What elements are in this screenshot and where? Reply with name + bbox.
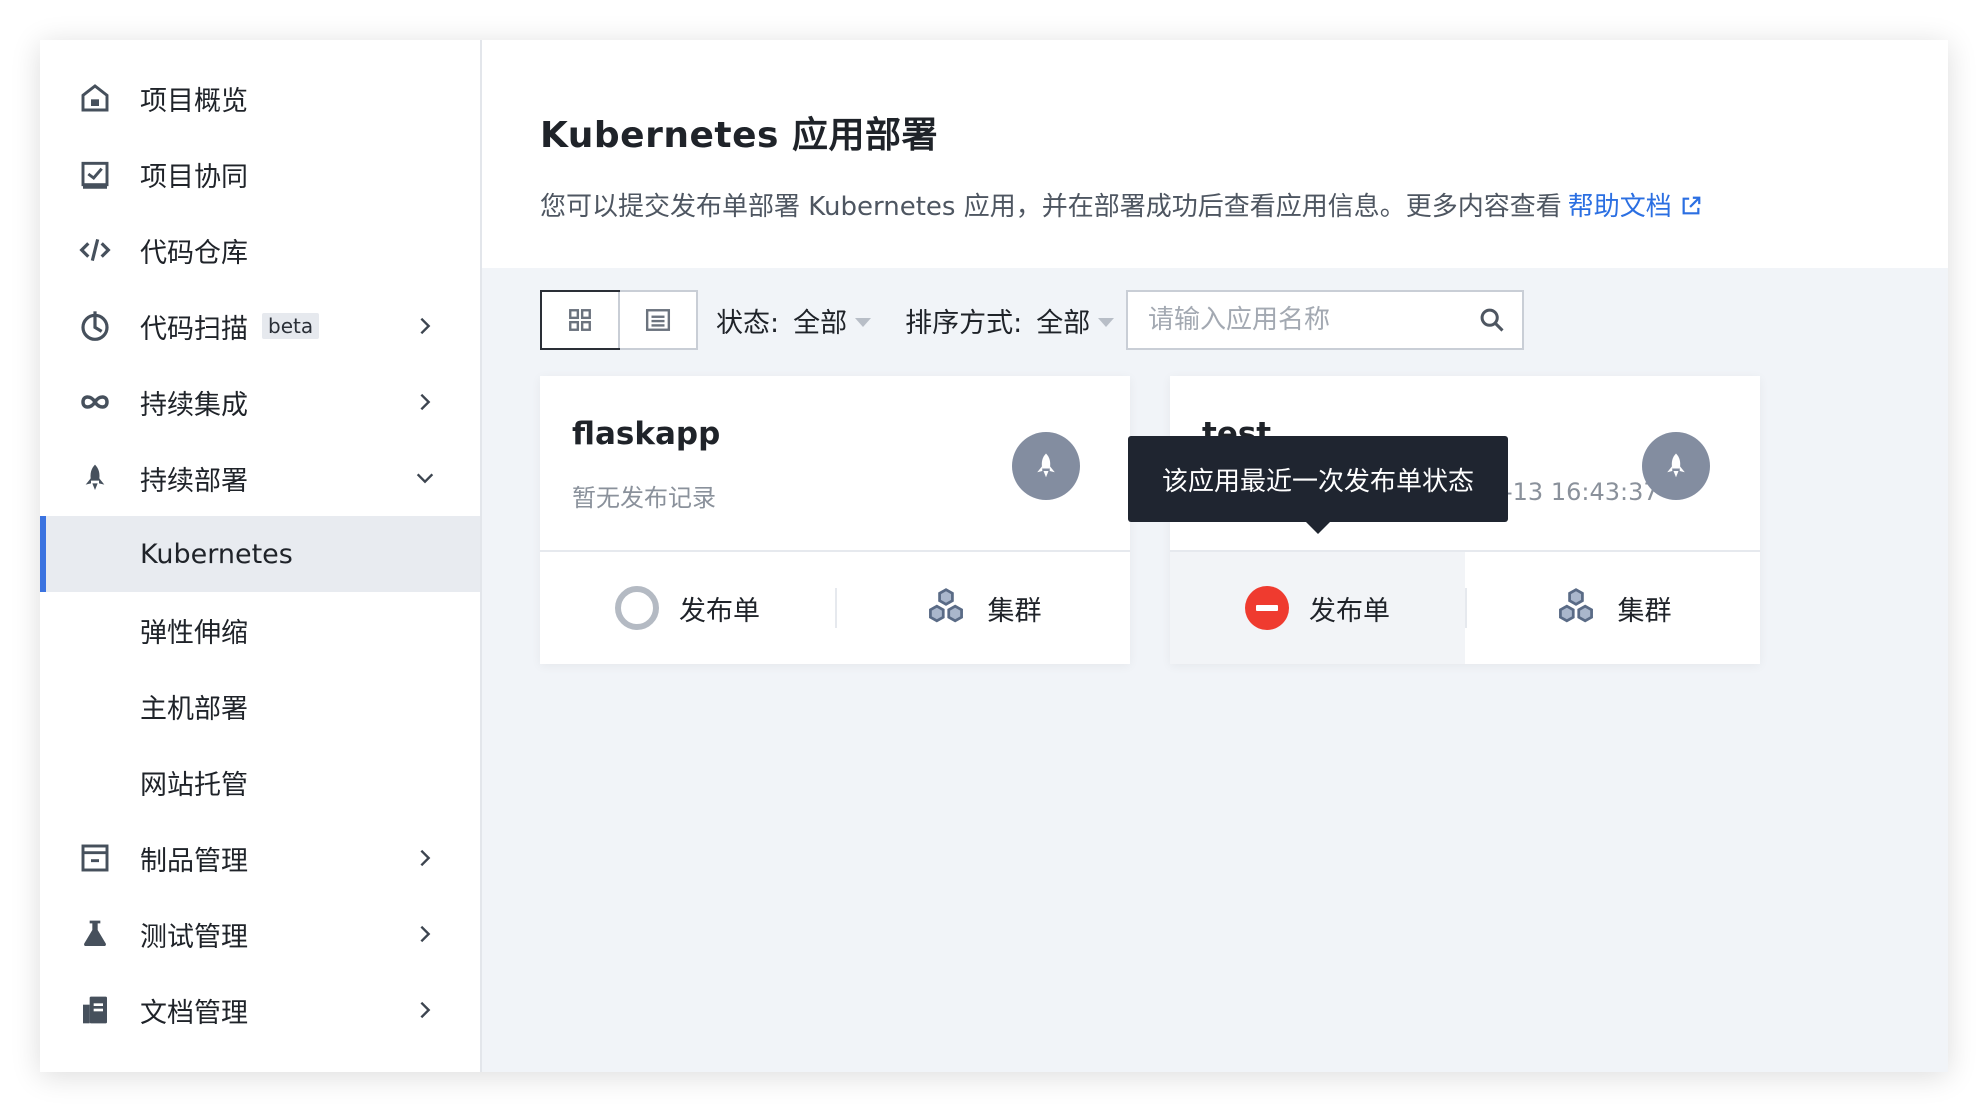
- app-list-area: 状态: 全部 排序方式: 全部 flaskapp 暂无发布记录: [482, 268, 1948, 1072]
- app-window: 项目概览 项目协同 代码仓库 代码扫描 beta 持续集成 持续部署 Kuber…: [40, 40, 1948, 1072]
- caret-down-icon: [855, 317, 872, 327]
- release-button[interactable]: 发布单: [540, 552, 835, 664]
- status-filter-value: 全部: [793, 307, 848, 339]
- release-label: 发布单: [1309, 595, 1390, 627]
- page-description: 您可以提交发布单部署 Kubernetes 应用，并在部署成功后查看应用信息。更…: [540, 186, 1948, 223]
- cluster-label: 集群: [987, 595, 1042, 627]
- sort-filter-value: 全部: [1036, 307, 1091, 339]
- sidebar-item-label: 测试管理: [140, 921, 248, 953]
- chevron-right-icon: [420, 925, 431, 943]
- description-text: 您可以提交发布单部署 Kubernetes 应用，并在部署成功后查看应用信息。更…: [540, 192, 1562, 222]
- release-label: 发布单: [679, 595, 760, 627]
- chevron-right-icon: [420, 393, 431, 411]
- cluster-button[interactable]: 集群: [835, 552, 1130, 664]
- scan-icon: [78, 309, 112, 343]
- last-release-time: -13 16:43:37: [1504, 478, 1659, 506]
- cluster-icon: [1558, 588, 1593, 623]
- release-status-tooltip: 该应用最近一次发布单状态: [1128, 436, 1508, 522]
- main-panel: Kubernetes 应用部署 您可以提交发布单部署 Kubernetes 应用…: [482, 40, 1948, 1072]
- sidebar-item-label: 制品管理: [140, 845, 248, 877]
- status-filter[interactable]: 状态: 全部: [716, 301, 872, 340]
- sidebar-item-label: 代码仓库: [140, 237, 248, 269]
- sidebar-item-ci[interactable]: 持续集成: [40, 364, 480, 440]
- search-icon[interactable]: [1478, 306, 1506, 334]
- app-card-header: flaskapp 暂无发布记录: [540, 376, 1130, 552]
- app-card-actions: 发布单 集群: [540, 552, 1130, 664]
- view-toggle: [540, 290, 698, 350]
- sidebar-item-cd[interactable]: 持续部署: [40, 440, 480, 516]
- sidebar-item-label: 文档管理: [140, 997, 248, 1029]
- sidebar-item-code-scan[interactable]: 代码扫描 beta: [40, 288, 480, 364]
- search-box: [1126, 290, 1524, 350]
- grid-view-button[interactable]: [540, 290, 620, 350]
- sidebar-item-artifacts[interactable]: 制品管理: [40, 820, 480, 896]
- home-icon: [78, 81, 112, 115]
- sidebar-item-testing[interactable]: 测试管理: [40, 896, 480, 972]
- checkbox-icon: [78, 157, 112, 191]
- sidebar-item-autoscaling[interactable]: 弹性伸缩: [40, 592, 480, 668]
- cluster-label: 集群: [1617, 595, 1672, 627]
- chevron-down-icon: [416, 473, 434, 484]
- sidebar-item-label: 持续部署: [140, 465, 248, 497]
- sidebar-item-label: 网站托管: [140, 769, 248, 801]
- chevron-right-icon: [420, 1001, 431, 1019]
- help-link-label: 帮助文档: [1567, 192, 1672, 222]
- grid-icon: [569, 309, 591, 331]
- list-icon: [645, 309, 671, 331]
- caret-down-icon: [1098, 317, 1115, 327]
- page-header: Kubernetes 应用部署 您可以提交发布单部署 Kubernetes 应用…: [482, 40, 1948, 268]
- sidebar: 项目概览 项目协同 代码仓库 代码扫描 beta 持续集成 持续部署 Kuber…: [40, 40, 482, 1072]
- sidebar-item-label: 持续集成: [140, 389, 248, 421]
- rocket-icon: [1667, 453, 1685, 478]
- sort-filter-label: 排序方式:: [905, 307, 1023, 339]
- sidebar-item-label: 弹性伸缩: [140, 617, 248, 649]
- sort-filter[interactable]: 排序方式: 全部: [905, 301, 1115, 340]
- package-icon: [78, 841, 112, 875]
- beta-badge: beta: [262, 313, 320, 339]
- page-title: Kubernetes 应用部署: [540, 115, 938, 156]
- release-status-none-icon: [615, 586, 659, 630]
- sidebar-item-label: 代码扫描: [140, 313, 248, 345]
- sidebar-item-kubernetes[interactable]: Kubernetes: [40, 516, 480, 592]
- app-avatar: [1642, 432, 1710, 500]
- sidebar-item-overview[interactable]: 项目概览: [40, 60, 480, 136]
- rocket-icon: [78, 461, 112, 495]
- rocket-icon: [1037, 453, 1055, 478]
- code-icon: [78, 233, 112, 267]
- help-docs-link[interactable]: 帮助文档: [1568, 192, 1702, 222]
- list-view-button[interactable]: [618, 292, 696, 348]
- flask-icon: [78, 917, 112, 951]
- app-card[interactable]: flaskapp 暂无发布记录 发布单 集群: [540, 376, 1130, 664]
- app-avatar: [1012, 432, 1080, 500]
- sidebar-item-code-repo[interactable]: 代码仓库: [40, 212, 480, 288]
- sidebar-item-collaboration[interactable]: 项目协同: [40, 136, 480, 212]
- status-filter-label: 状态:: [716, 307, 780, 339]
- sidebar-item-web-hosting[interactable]: 网站托管: [40, 744, 480, 820]
- release-status-failed-icon: [1245, 586, 1289, 630]
- cluster-button[interactable]: 集群: [1465, 552, 1760, 664]
- chevron-right-icon: [420, 317, 431, 335]
- release-button[interactable]: 发布单: [1170, 552, 1465, 664]
- sidebar-item-label: 项目概览: [140, 85, 248, 117]
- cluster-icon: [928, 588, 963, 623]
- sidebar-item-host-deploy[interactable]: 主机部署: [40, 668, 480, 744]
- document-icon: [78, 993, 112, 1027]
- sidebar-item-label: 主机部署: [140, 693, 248, 725]
- app-card-actions: 发布单 集群: [1170, 552, 1760, 664]
- search-input[interactable]: [1128, 292, 1478, 348]
- sidebar-item-docs[interactable]: 文档管理: [40, 972, 480, 1048]
- external-link-icon: [1682, 196, 1701, 215]
- sidebar-item-label: 项目协同: [140, 161, 248, 193]
- toolbar: 状态: 全部 排序方式: 全部: [540, 290, 1115, 350]
- sidebar-item-label: Kubernetes: [140, 538, 293, 570]
- chevron-right-icon: [420, 849, 431, 867]
- infinity-icon: [78, 385, 112, 419]
